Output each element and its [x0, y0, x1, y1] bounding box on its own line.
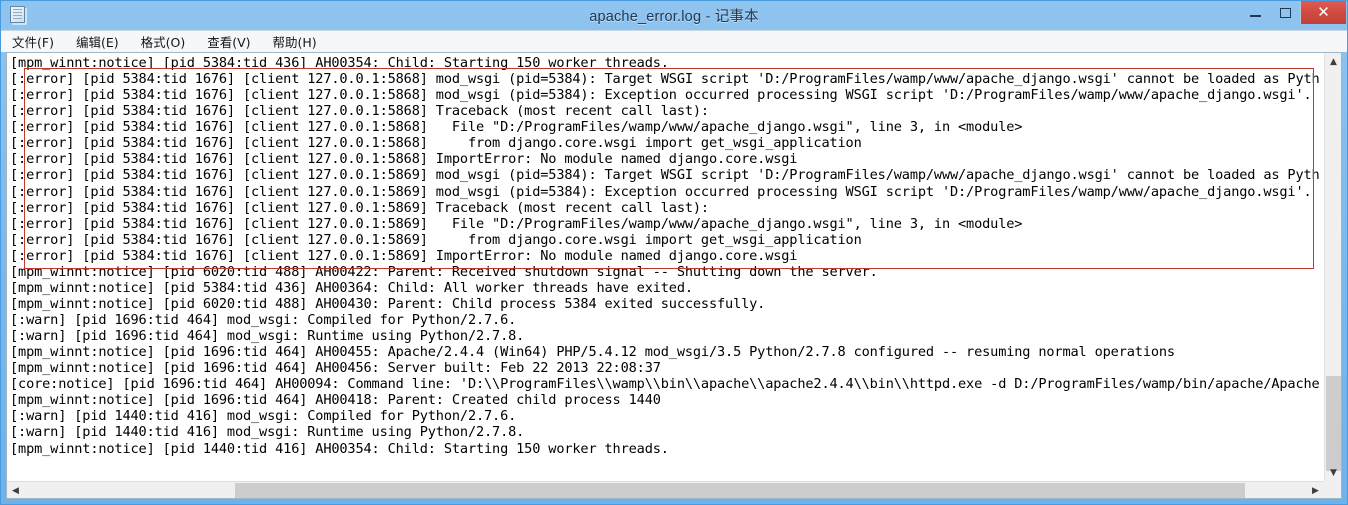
notepad-window: apache_error.log - 记事本 ✕ 文件(F) 编辑(E) 格式(… — [0, 0, 1348, 505]
maximize-icon — [1279, 7, 1291, 18]
log-line: [:error] [pid 5384:tid 1676] [client 127… — [10, 103, 709, 120]
log-line: [:warn] [pid 1440:tid 416] mod_wsgi: Run… — [10, 424, 525, 441]
vertical-scrollbar[interactable]: ▲ ▼ — [1324, 53, 1341, 481]
log-line: [mpm_winnt:notice] [pid 6020:tid 488] AH… — [10, 263, 878, 280]
scroll-left-icon[interactable]: ◀ — [7, 482, 24, 498]
close-button[interactable]: ✕ — [1300, 1, 1346, 24]
log-line: [:error] [pid 5384:tid 1676] [client 127… — [10, 71, 1320, 88]
log-line: [:error] [pid 5384:tid 1676] [client 127… — [10, 167, 1320, 184]
log-line: [:error] [pid 5384:tid 1676] [client 127… — [10, 119, 1023, 136]
log-line: [:error] [pid 5384:tid 1676] [client 127… — [10, 183, 1312, 200]
vertical-scrollbar-thumb[interactable] — [1326, 376, 1341, 471]
scroll-up-icon[interactable]: ▲ — [1325, 53, 1341, 70]
scroll-down-icon[interactable]: ▼ — [1325, 464, 1341, 481]
menu-item-view[interactable]: 查看(V) — [207, 32, 260, 51]
log-line: [:warn] [pid 1696:tid 464] mod_wsgi: Run… — [10, 328, 525, 345]
log-line: [mpm_winnt:notice] [pid 1696:tid 464] AH… — [10, 360, 661, 377]
log-line: [mpm_winnt:notice] [pid 6020:tid 488] AH… — [10, 295, 766, 312]
log-line: [:error] [pid 5384:tid 1676] [client 127… — [10, 151, 798, 168]
window-controls: ✕ — [1240, 1, 1346, 24]
log-line: [:warn] [pid 1440:tid 416] mod_wsgi: Com… — [10, 408, 517, 425]
maximize-button[interactable] — [1270, 1, 1300, 24]
horizontal-scrollbar-thumb[interactable] — [235, 483, 1245, 498]
log-line: [mpm_winnt:notice] [pid 1440:tid 416] AH… — [10, 440, 669, 457]
log-line: [:error] [pid 5384:tid 1676] [client 127… — [10, 135, 862, 152]
scroll-right-icon[interactable]: ▶ — [1307, 482, 1324, 498]
menu-item-format[interactable]: 格式(O) — [141, 32, 196, 51]
log-line: [mpm_winnt:notice] [pid 5384:tid 436] AH… — [10, 279, 693, 296]
close-icon: ✕ — [1317, 3, 1330, 21]
menu-item-help[interactable]: 帮助(H) — [273, 32, 327, 51]
minimize-icon — [1249, 15, 1261, 17]
log-line: [:error] [pid 5384:tid 1676] [client 127… — [10, 87, 1312, 104]
editor-client-area: [mpm_winnt:notice] [pid 5384:tid 436] AH… — [6, 52, 1342, 499]
window-title: apache_error.log - 记事本 — [589, 9, 759, 25]
log-line: [mpm_winnt:notice] [pid 5384:tid 436] AH… — [10, 55, 669, 71]
log-line: [core:notice] [pid 1696:tid 464] AH00094… — [10, 376, 1320, 393]
horizontal-scrollbar[interactable]: ◀ ▶ — [7, 481, 1324, 498]
log-line: [mpm_winnt:notice] [pid 1696:tid 464] AH… — [10, 344, 1175, 361]
menu-bar: 文件(F) 编辑(E) 格式(O) 查看(V) 帮助(H) — [1, 30, 1347, 52]
log-line: [:error] [pid 5384:tid 1676] [client 127… — [10, 247, 798, 264]
menu-item-file[interactable]: 文件(F) — [12, 32, 64, 51]
menu-item-edit[interactable]: 编辑(E) — [76, 32, 129, 51]
log-line: [mpm_winnt:notice] [pid 1696:tid 464] AH… — [10, 392, 661, 409]
log-text-area[interactable]: [mpm_winnt:notice] [pid 5384:tid 436] AH… — [7, 53, 1323, 480]
scrollbar-corner — [1324, 481, 1341, 498]
log-line: [:error] [pid 5384:tid 1676] [client 127… — [10, 231, 862, 248]
log-line: [:error] [pid 5384:tid 1676] [client 127… — [10, 215, 1023, 232]
title-bar[interactable]: apache_error.log - 记事本 ✕ — [1, 1, 1347, 30]
minimize-button[interactable] — [1240, 1, 1270, 24]
log-line: [:error] [pid 5384:tid 1676] [client 127… — [10, 199, 709, 216]
notepad-document-icon — [8, 5, 27, 24]
log-line: [:warn] [pid 1696:tid 464] mod_wsgi: Com… — [10, 312, 517, 328]
